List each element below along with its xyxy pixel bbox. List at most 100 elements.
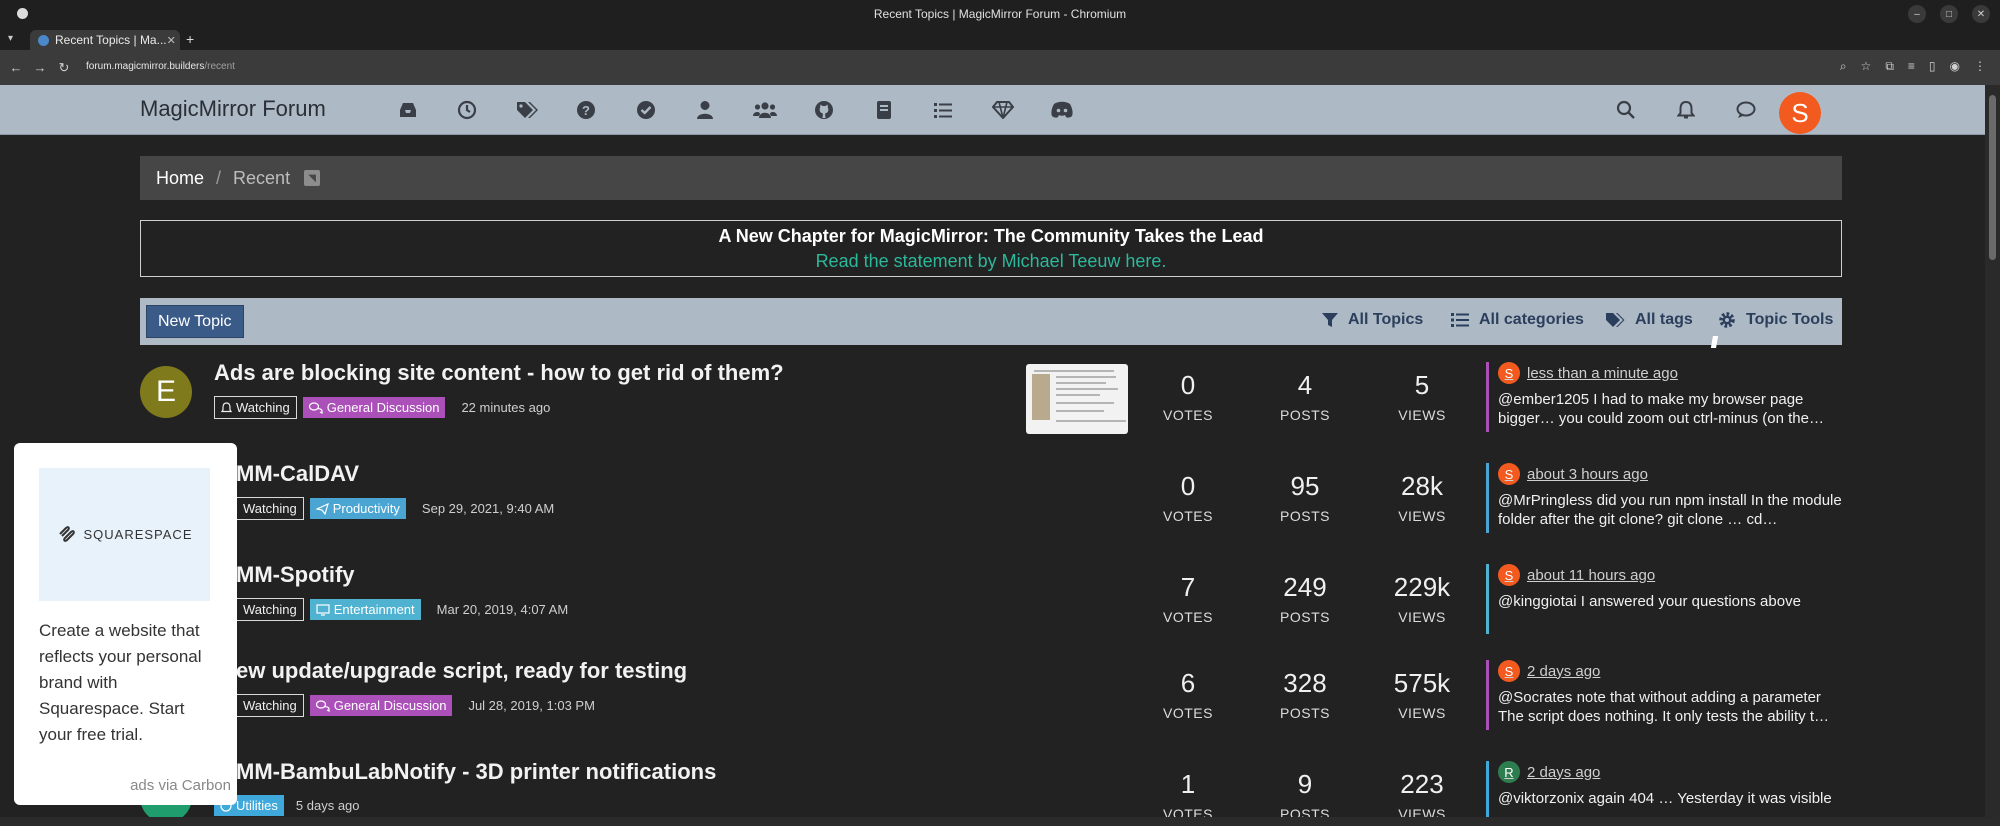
- new-tab-icon[interactable]: +: [186, 31, 194, 47]
- watching-badge[interactable]: Watching: [214, 396, 297, 419]
- topic-toolbar: New Topic All Topics All categories All …: [140, 298, 1842, 345]
- announcement-link[interactable]: Read the statement by Michael Teeuw here…: [141, 251, 1841, 272]
- discord-icon[interactable]: [1033, 97, 1093, 123]
- forward-icon[interactable]: →: [28, 60, 52, 75]
- teaser-timestamp[interactable]: R 2 days ago: [1498, 761, 1842, 783]
- user-icon[interactable]: [676, 97, 736, 123]
- topic-title[interactable]: MM-CalDAV: [236, 461, 359, 487]
- breadcrumb-home[interactable]: Home: [156, 168, 204, 189]
- tab-label: Recent Topics | Ma...: [55, 33, 167, 47]
- all-topics-filter[interactable]: All Topics: [1322, 311, 1423, 329]
- teaser-timestamp[interactable]: Sabout 11 hours ago: [1498, 564, 1842, 586]
- maximize-icon[interactable]: □: [1940, 5, 1958, 23]
- chat-icon[interactable]: [1716, 97, 1776, 123]
- watching-badge[interactable]: Watching: [236, 694, 304, 717]
- all-categories-filter[interactable]: All categories: [1451, 311, 1584, 329]
- new-topic-button[interactable]: New Topic: [146, 305, 244, 338]
- votes-stat: 6 VOTES: [1143, 668, 1233, 721]
- teaser-text[interactable]: @viktorzonix again 404 … Yesterday it wa…: [1498, 789, 1842, 808]
- announcement-banner: A New Chapter for MagicMirror: The Commu…: [140, 220, 1842, 277]
- teaser-text[interactable]: @ember1205 I had to make my browser page…: [1498, 390, 1842, 428]
- categories-icon[interactable]: [378, 97, 438, 123]
- topic-row: MM-BambuLabNotify - 3D printer notificat…: [140, 755, 1842, 817]
- topic-row: MM-CalDAV Watching Productivity Sep 29, …: [140, 457, 1842, 557]
- page-scrollbar[interactable]: [1985, 85, 2000, 817]
- user-avatar[interactable]: S: [1779, 92, 1821, 134]
- category-badge[interactable]: General Discussion: [302, 397, 446, 418]
- topic-tools-menu[interactable]: Topic Tools: [1718, 311, 1833, 329]
- teaser-avatar[interactable]: R: [1498, 761, 1520, 783]
- docs-book-icon[interactable]: [854, 97, 914, 123]
- teaser-avatar[interactable]: S: [1498, 362, 1520, 384]
- browser-menu-icon[interactable]: ⋮: [1974, 59, 1986, 74]
- teaser-timestamp[interactable]: Sabout 3 hours ago: [1498, 463, 1842, 485]
- main-nav: ?: [378, 97, 1092, 123]
- minimize-icon[interactable]: –: [1908, 5, 1926, 23]
- category-badge[interactable]: General Discussion: [309, 695, 453, 716]
- ad-text[interactable]: Create a website that reflects your pers…: [39, 618, 219, 748]
- views-label: VIEWS: [1398, 806, 1446, 817]
- ad-image[interactable]: SQUARESPACE: [39, 468, 210, 601]
- teaser-text[interactable]: @kinggiotai I answered your questions ab…: [1498, 592, 1842, 611]
- notifications-bell-icon[interactable]: [1656, 97, 1716, 123]
- posts-label: POSTS: [1280, 806, 1330, 817]
- reload-icon[interactable]: ↻: [52, 60, 76, 76]
- teaser-text[interactable]: @Socrates note that without adding a par…: [1498, 688, 1842, 726]
- posts-count: 9: [1297, 769, 1313, 799]
- groups-icon[interactable]: [735, 97, 795, 123]
- help-icon[interactable]: ?: [557, 97, 617, 123]
- votes-stat: 7 VOTES: [1143, 572, 1233, 625]
- tab-list-icon[interactable]: ▾: [8, 33, 13, 44]
- media-icon[interactable]: ≡: [1908, 59, 1915, 74]
- monitor-icon: [316, 603, 330, 616]
- zoom-icon[interactable]: ⌕: [1840, 59, 1847, 74]
- close-icon[interactable]: ✕: [1972, 5, 1990, 23]
- topic-title[interactable]: MM-BambuLabNotify - 3D printer notificat…: [236, 759, 716, 785]
- watching-badge[interactable]: Watching: [236, 497, 304, 520]
- teaser-text[interactable]: @MrPringless did you run npm install In …: [1498, 491, 1842, 529]
- tags-icon[interactable]: [497, 97, 557, 123]
- scrollbar-thumb[interactable]: [1989, 95, 1996, 260]
- topic-thumbnail[interactable]: [1026, 364, 1128, 434]
- votes-count: 1: [1180, 769, 1196, 799]
- url-field[interactable]: forum.magicmirror.builders/recent: [86, 61, 235, 72]
- category-badge[interactable]: Productivity: [309, 498, 406, 519]
- views-count: 28k: [1401, 471, 1443, 501]
- gem-icon[interactable]: [973, 97, 1033, 123]
- browser-tab-active[interactable]: Recent Topics | Ma... ✕: [30, 30, 180, 50]
- topic-row: E Ads are blocking site content - how to…: [140, 356, 1842, 456]
- category-badge[interactable]: Entertainment: [309, 599, 421, 620]
- topic-title[interactable]: Ads are blocking site content - how to g…: [214, 360, 784, 386]
- forum-brand[interactable]: MagicMirror Forum: [140, 96, 326, 122]
- topic-author-avatar[interactable]: E: [140, 366, 192, 418]
- split-view-icon[interactable]: ▯: [1929, 59, 1936, 74]
- watching-badge[interactable]: Watching: [236, 598, 304, 621]
- topic-title[interactable]: MM-Spotify: [236, 562, 355, 588]
- extensions-icon[interactable]: ⧉: [1885, 59, 1894, 74]
- teaser-avatar[interactable]: S: [1498, 660, 1520, 682]
- all-tags-filter[interactable]: All tags: [1605, 311, 1693, 329]
- teaser-avatar[interactable]: S: [1498, 463, 1520, 485]
- votes-label: VOTES: [1163, 705, 1213, 721]
- paper-plane-icon: [315, 502, 329, 515]
- teaser-timestamp[interactable]: Sless than a minute ago: [1498, 362, 1842, 384]
- github-icon[interactable]: [795, 97, 855, 123]
- list-icon[interactable]: [914, 97, 974, 123]
- ad-via-carbon[interactable]: ads via Carbon: [130, 777, 231, 794]
- carbon-ad[interactable]: SQUARESPACE Create a website that reflec…: [14, 443, 237, 805]
- teaser-avatar[interactable]: S: [1498, 564, 1520, 586]
- back-icon[interactable]: ←: [4, 60, 28, 75]
- teaser-timestamp[interactable]: S 2 days ago: [1498, 660, 1842, 682]
- topic-title[interactable]: ew update/upgrade script, ready for test…: [236, 658, 687, 684]
- profile-icon[interactable]: ◉: [1950, 59, 1960, 74]
- search-icon[interactable]: [1596, 97, 1656, 123]
- window-menu-icon[interactable]: [17, 8, 28, 19]
- gear-icon: [1719, 312, 1735, 328]
- rss-icon[interactable]: ◥: [304, 170, 321, 186]
- tab-close-icon[interactable]: ✕: [167, 34, 176, 47]
- recent-clock-icon[interactable]: [438, 97, 498, 123]
- category-label: General Discussion: [333, 698, 447, 713]
- all-tags-label: All tags: [1635, 311, 1693, 328]
- bookmark-star-icon[interactable]: ☆: [1861, 59, 1872, 74]
- solved-check-icon[interactable]: [616, 97, 676, 123]
